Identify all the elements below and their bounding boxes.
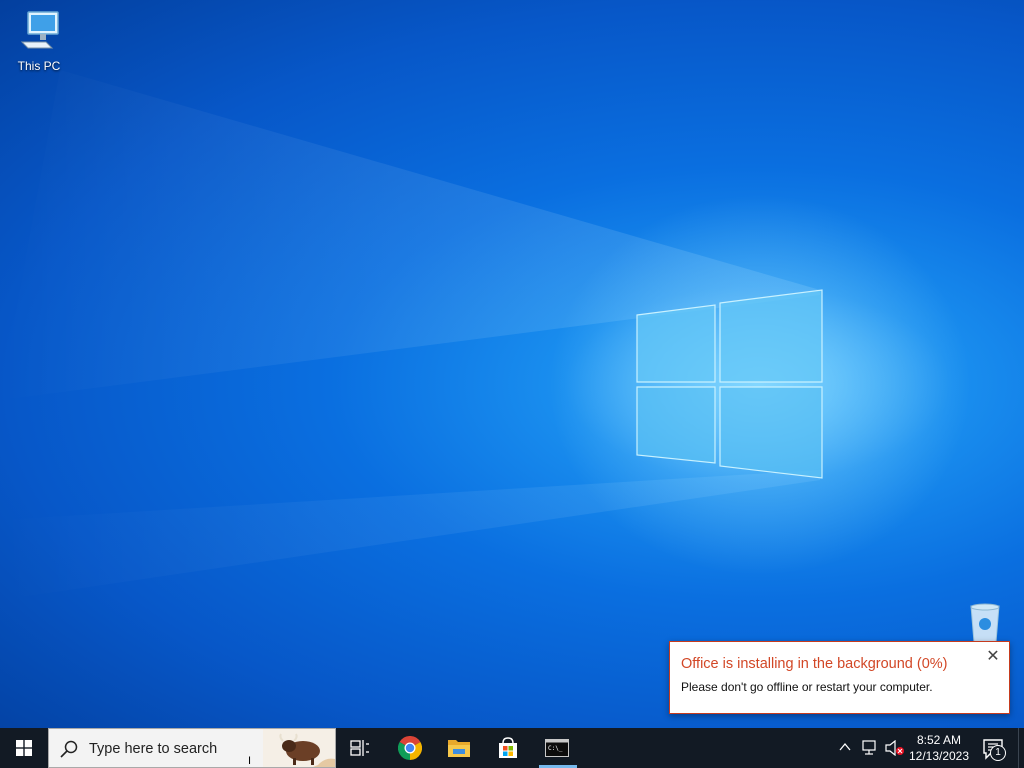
windows-start-icon (16, 740, 32, 756)
search-placeholder: Type here to search (89, 741, 218, 757)
office-install-notification[interactable]: Office is installing in the background (… (669, 641, 1010, 714)
windows-logo (636, 289, 823, 479)
store-icon (499, 737, 517, 758)
terminal-icon: C:\_ (545, 739, 569, 757)
task-view-icon (350, 740, 369, 756)
wallpaper (0, 70, 970, 600)
chrome-icon (398, 736, 422, 760)
folder-icon (448, 740, 470, 757)
task-view-button[interactable] (336, 728, 384, 768)
recycle-bin-icon (970, 603, 1000, 643)
chevron-up-icon[interactable] (838, 740, 852, 754)
desktop-icon-this-pc[interactable]: This PC (2, 8, 76, 73)
file-explorer-taskbar-button[interactable] (435, 728, 483, 768)
notification-title: Office is installing in the background (… (681, 656, 948, 672)
microsoft-store-taskbar-button[interactable] (484, 728, 532, 768)
notification-count-badge: 1 (990, 745, 1006, 761)
search-input[interactable]: Type here to search (48, 728, 336, 768)
clock-date: 12/13/2023 (908, 749, 970, 763)
network-icon[interactable] (862, 740, 880, 756)
computer-icon (20, 11, 59, 49)
volume-muted-icon[interactable] (885, 740, 905, 756)
desktop-icon-label: This PC (17, 59, 61, 73)
notification-body: Please don't go offline or restart your … (681, 680, 933, 694)
command-prompt-taskbar-button[interactable]: C:\_ (533, 728, 581, 768)
search-highlight-image (263, 729, 335, 767)
show-desktop-button[interactable] (1018, 728, 1024, 768)
close-icon[interactable]: ✕ (985, 649, 1001, 665)
start-button[interactable] (0, 728, 48, 768)
clock-time: 8:52 AM (916, 733, 962, 747)
mouse-cursor: I (248, 755, 252, 767)
chrome-taskbar-button[interactable] (386, 728, 434, 768)
clock[interactable]: 8:52 AM 12/13/2023 (905, 732, 973, 764)
search-icon (60, 740, 78, 758)
svg-text:C:\_: C:\_ (548, 745, 563, 752)
taskbar: Type here to search C:\_ 8:52 AM 12/13/2… (0, 728, 1024, 768)
